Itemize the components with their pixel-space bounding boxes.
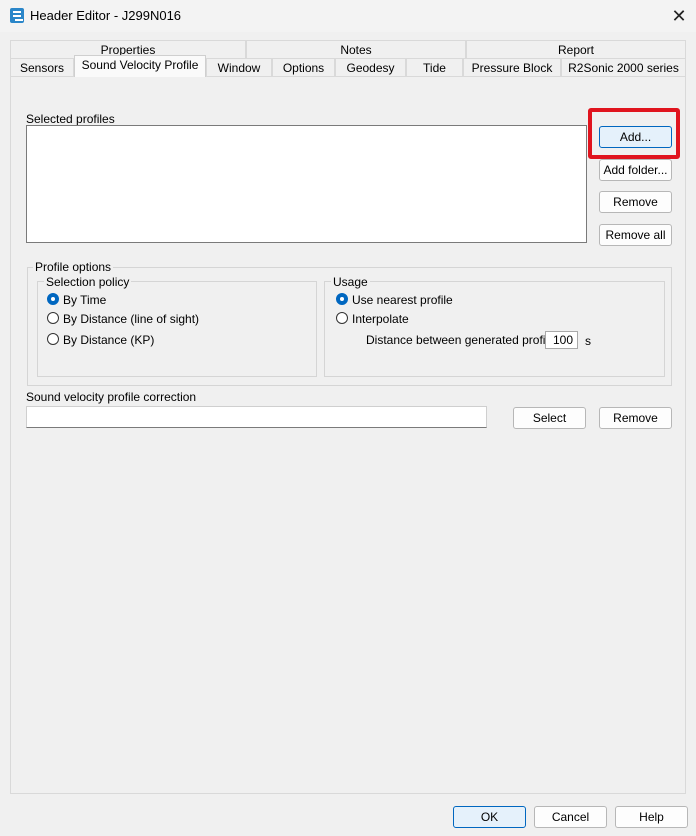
use-nearest-profile-label: Use nearest profile: [352, 293, 453, 307]
by-distance-los-radio[interactable]: [47, 312, 59, 324]
interpolate-radio[interactable]: [336, 312, 348, 324]
tab-r2sonic-2000-series[interactable]: R2Sonic 2000 series: [561, 58, 686, 76]
by-time-label: By Time: [63, 293, 107, 307]
tab-options[interactable]: Options: [272, 58, 335, 76]
by-distance-kp-radio[interactable]: [47, 333, 59, 345]
selection-policy-label: Selection policy: [44, 275, 132, 289]
remove-correction-button[interactable]: Remove: [599, 407, 672, 429]
tab-notes[interactable]: Notes: [246, 40, 466, 58]
close-icon: ✕: [671, 6, 687, 26]
distance-input[interactable]: 100: [545, 331, 578, 349]
window-title: Header Editor - J299N016: [30, 8, 182, 23]
tab-label: Sound Velocity Profile: [81, 58, 199, 72]
tab-label: Geodesy: [346, 61, 395, 75]
tab-report[interactable]: Report: [466, 40, 686, 58]
app-icon: [10, 8, 24, 23]
interpolate-label: Interpolate: [352, 312, 409, 326]
tab-label: Report: [557, 43, 595, 57]
tab-sensors[interactable]: Sensors: [10, 58, 74, 76]
tab-label: R2Sonic 2000 series: [568, 61, 679, 75]
add-button[interactable]: Add...: [599, 126, 672, 148]
use-nearest-profile-radio[interactable]: [336, 293, 348, 305]
cancel-button[interactable]: Cancel: [534, 806, 607, 828]
distance-between-profiles-label: Distance between generated profiles: [366, 333, 561, 347]
tab-tide[interactable]: Tide: [406, 58, 463, 76]
by-time-radio[interactable]: [47, 293, 59, 305]
selected-profiles-list[interactable]: [26, 125, 587, 243]
tab-pressure-block[interactable]: Pressure Block: [463, 58, 561, 76]
help-button[interactable]: Help: [615, 806, 688, 828]
remove-profile-button[interactable]: Remove: [599, 191, 672, 213]
by-distance-kp-label: By Distance (KP): [63, 333, 155, 347]
distance-unit-label: s: [585, 334, 591, 348]
svp-correction-label: Sound velocity profile correction: [26, 390, 197, 404]
selected-profiles-label: Selected profiles: [26, 112, 115, 126]
tab-geodesy[interactable]: Geodesy: [335, 58, 406, 76]
by-distance-los-label: By Distance (line of sight): [63, 312, 200, 326]
tab-sound-velocity-profile[interactable]: Sound Velocity Profile: [74, 55, 206, 77]
tab-label: Notes: [340, 43, 372, 57]
usage-label: Usage: [331, 275, 370, 289]
tab-label: Options: [282, 61, 325, 75]
title-bar: Header Editor - J299N016 ✕: [0, 0, 696, 32]
tab-label: Window: [217, 61, 261, 75]
close-button[interactable]: ✕: [662, 2, 696, 30]
tab-label: Sensors: [19, 61, 65, 75]
add-folder-button[interactable]: Add folder...: [599, 159, 672, 181]
tab-window[interactable]: Window: [206, 58, 272, 76]
svp-correction-field[interactable]: [26, 406, 487, 428]
profile-options-label: Profile options: [33, 260, 114, 274]
select-button[interactable]: Select: [513, 407, 586, 429]
ok-button[interactable]: OK: [453, 806, 526, 828]
tab-label: Tide: [423, 61, 446, 75]
tab-label: Pressure Block: [471, 61, 553, 75]
remove-all-button[interactable]: Remove all: [599, 224, 672, 246]
